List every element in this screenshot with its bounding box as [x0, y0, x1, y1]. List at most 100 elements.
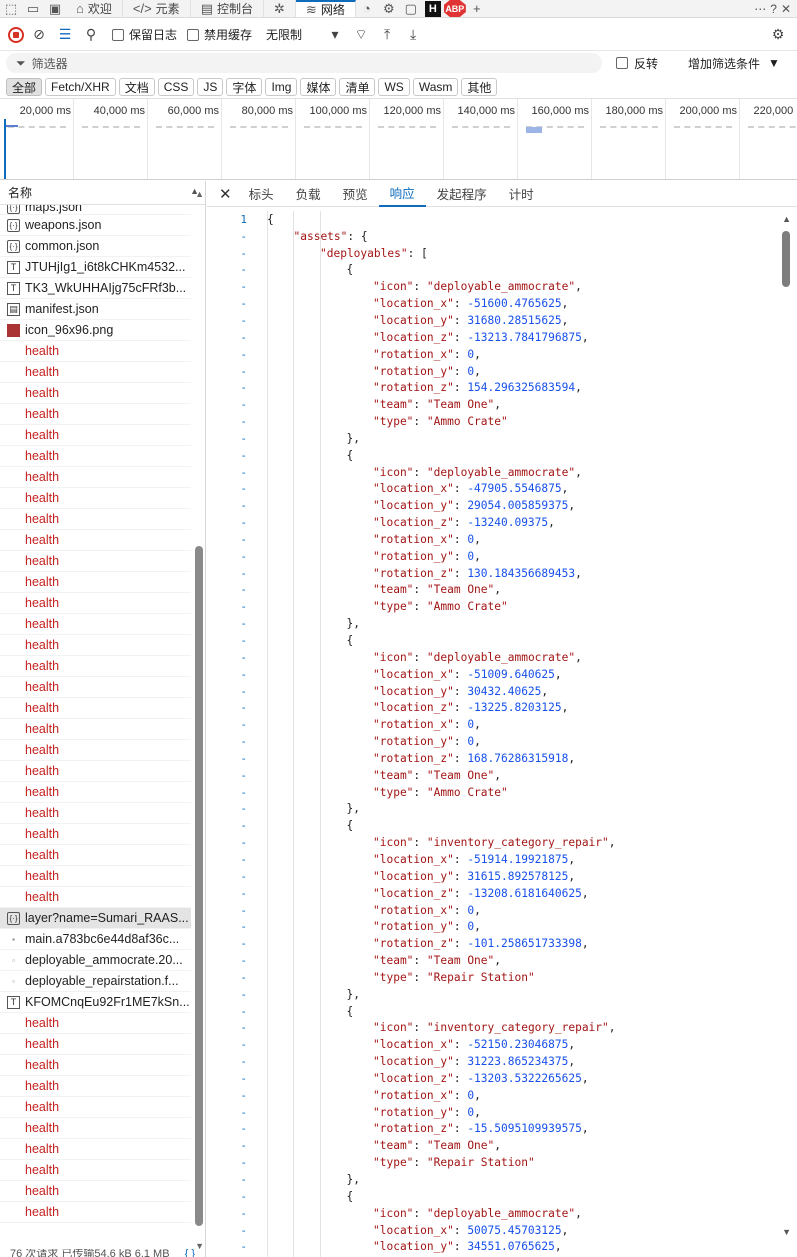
request-row-health[interactable]: health [0, 404, 191, 425]
chip-img[interactable]: Img [265, 78, 298, 96]
fold-marker[interactable]: - [207, 533, 247, 546]
scroll-down-icon[interactable]: ▼ [782, 1227, 791, 1237]
request-row-health[interactable]: health [0, 614, 191, 635]
fold-marker[interactable]: - [207, 247, 247, 260]
fold-marker[interactable]: - [207, 398, 247, 411]
request-row-health[interactable]: health [0, 656, 191, 677]
fold-marker[interactable]: - [207, 499, 247, 512]
chip-all[interactable]: 全部 [6, 78, 43, 96]
fold-marker[interactable]: - [207, 1021, 247, 1034]
request-row-health[interactable]: health [0, 719, 191, 740]
extension-h-button[interactable]: H [422, 0, 444, 17]
fold-marker[interactable]: - [207, 887, 247, 900]
import-har-icon[interactable]: ⤒ [376, 24, 398, 46]
request-row[interactable]: {·} maps.json [0, 205, 191, 215]
fold-marker[interactable]: - [207, 348, 247, 361]
request-row-health[interactable]: health [0, 446, 191, 467]
fold-marker[interactable]: - [207, 1122, 247, 1135]
fold-marker[interactable]: - [207, 432, 247, 445]
request-row-health[interactable]: health [0, 593, 191, 614]
throttle-select[interactable]: 无限制 [266, 26, 302, 43]
request-row-health[interactable]: health [0, 782, 191, 803]
request-row-health[interactable]: health [0, 887, 191, 908]
add-filter-dropdown[interactable]: 增加筛选条件 ▼ [688, 55, 780, 72]
fold-marker[interactable]: - [207, 718, 247, 731]
record-stop-icon[interactable] [8, 26, 24, 43]
fold-marker[interactable]: - [207, 516, 247, 529]
add-tab-icon[interactable]: + [466, 0, 488, 17]
request-row-health[interactable]: health [0, 845, 191, 866]
performance-icon[interactable]: ◔ [356, 0, 378, 17]
request-row-health[interactable]: health [0, 1097, 191, 1118]
timeline-overview[interactable]: 20,000 ms 40,000 ms 60,000 ms 80,000 ms 100,… [0, 98, 797, 180]
request-row-health[interactable]: health [0, 467, 191, 488]
disable-cache-checkbox[interactable]: 禁用缓存 [187, 26, 252, 43]
tab-console[interactable]: ▤ 控制台 [191, 0, 264, 17]
fold-marker[interactable]: - [207, 1089, 247, 1102]
request-row-health[interactable]: health [0, 551, 191, 572]
request-row-health[interactable]: health [0, 1181, 191, 1202]
close-devtools-icon[interactable]: ✕ [781, 2, 791, 16]
fold-marker[interactable]: - [207, 280, 247, 293]
request-row-health[interactable]: health [0, 488, 191, 509]
tab-elements[interactable]: </> 元素 [123, 0, 191, 17]
chip-fetch-xhr[interactable]: Fetch/XHR [45, 78, 116, 96]
fold-marker[interactable]: - [207, 1055, 247, 1068]
preserve-log-box[interactable] [112, 28, 124, 41]
response-scrollbar[interactable] [782, 231, 790, 287]
filter-input[interactable]: ⏷ 筛选器 [6, 53, 602, 73]
fold-marker[interactable]: - [207, 651, 247, 664]
tab-network[interactable]: ≋ 网络 [295, 0, 356, 17]
settings-gear-icon[interactable]: ⚙ [378, 0, 400, 17]
tab-welcome[interactable]: ⌂ 欢迎 [66, 0, 123, 17]
fold-marker[interactable]: - [207, 802, 247, 815]
fold-marker[interactable]: - [207, 786, 247, 799]
fold-marker[interactable]: - [207, 1156, 247, 1169]
tab-headers[interactable]: 标头 [238, 181, 285, 207]
fold-marker[interactable]: - [207, 954, 247, 967]
name-column-header[interactable]: 名称 ▲ [0, 181, 205, 205]
fold-marker[interactable]: - [207, 1207, 247, 1220]
tab-initiator[interactable]: 发起程序 [426, 181, 498, 207]
request-row-health[interactable]: health [0, 341, 191, 362]
fold-marker[interactable]: - [207, 668, 247, 681]
fold-marker[interactable]: - [207, 634, 247, 647]
request-row[interactable]: ▪ main.a783bc6e44d8af36c... [0, 929, 191, 950]
request-row-health[interactable]: health [0, 383, 191, 404]
chip-ws[interactable]: WS [378, 78, 410, 96]
request-row-health[interactable]: health [0, 824, 191, 845]
fold-marker[interactable]: - [207, 769, 247, 782]
request-row[interactable]: {·} weapons.json [0, 215, 191, 236]
fold-marker[interactable]: - [207, 331, 247, 344]
fold-marker[interactable]: - [207, 701, 247, 714]
request-row-health[interactable]: health [0, 1139, 191, 1160]
fold-marker[interactable]: - [207, 870, 247, 883]
fold-marker[interactable]: - [207, 314, 247, 327]
fold-marker[interactable]: - [207, 230, 247, 243]
fold-marker[interactable]: - [207, 819, 247, 832]
more-options-icon[interactable]: ⋯ [754, 2, 766, 16]
chip-doc[interactable]: 文档 [118, 78, 155, 96]
fold-marker[interactable]: - [207, 988, 247, 1001]
fold-marker[interactable]: - [207, 449, 247, 462]
request-row-health[interactable]: health [0, 677, 191, 698]
search-icon[interactable]: ⚲ [80, 24, 102, 46]
network-settings-gear-icon[interactable]: ⚙ [767, 24, 789, 46]
fold-marker[interactable]: - [207, 600, 247, 613]
dock-panel-icon[interactable]: ▣ [44, 0, 66, 17]
fold-marker[interactable]: - [207, 853, 247, 866]
request-list-scrollbar[interactable] [195, 546, 203, 1226]
help-icon[interactable]: ? [770, 2, 777, 16]
fold-marker[interactable]: - [207, 1173, 247, 1186]
tab-preview[interactable]: 预览 [332, 181, 379, 207]
inspect-element-icon[interactable]: ⬚ [0, 0, 22, 17]
chip-other[interactable]: 其他 [461, 78, 498, 96]
extension-abp-button[interactable]: ABP [443, 0, 466, 17]
request-row[interactable]: icon_96x96.png [0, 320, 191, 341]
fold-marker[interactable]: - [207, 971, 247, 984]
chevron-down-icon[interactable]: ▾ [324, 24, 346, 46]
tab-payload[interactable]: 负载 [285, 181, 332, 207]
chip-font[interactable]: 字体 [226, 78, 263, 96]
fold-marker[interactable]: - [207, 1038, 247, 1051]
chip-js[interactable]: JS [197, 78, 224, 96]
